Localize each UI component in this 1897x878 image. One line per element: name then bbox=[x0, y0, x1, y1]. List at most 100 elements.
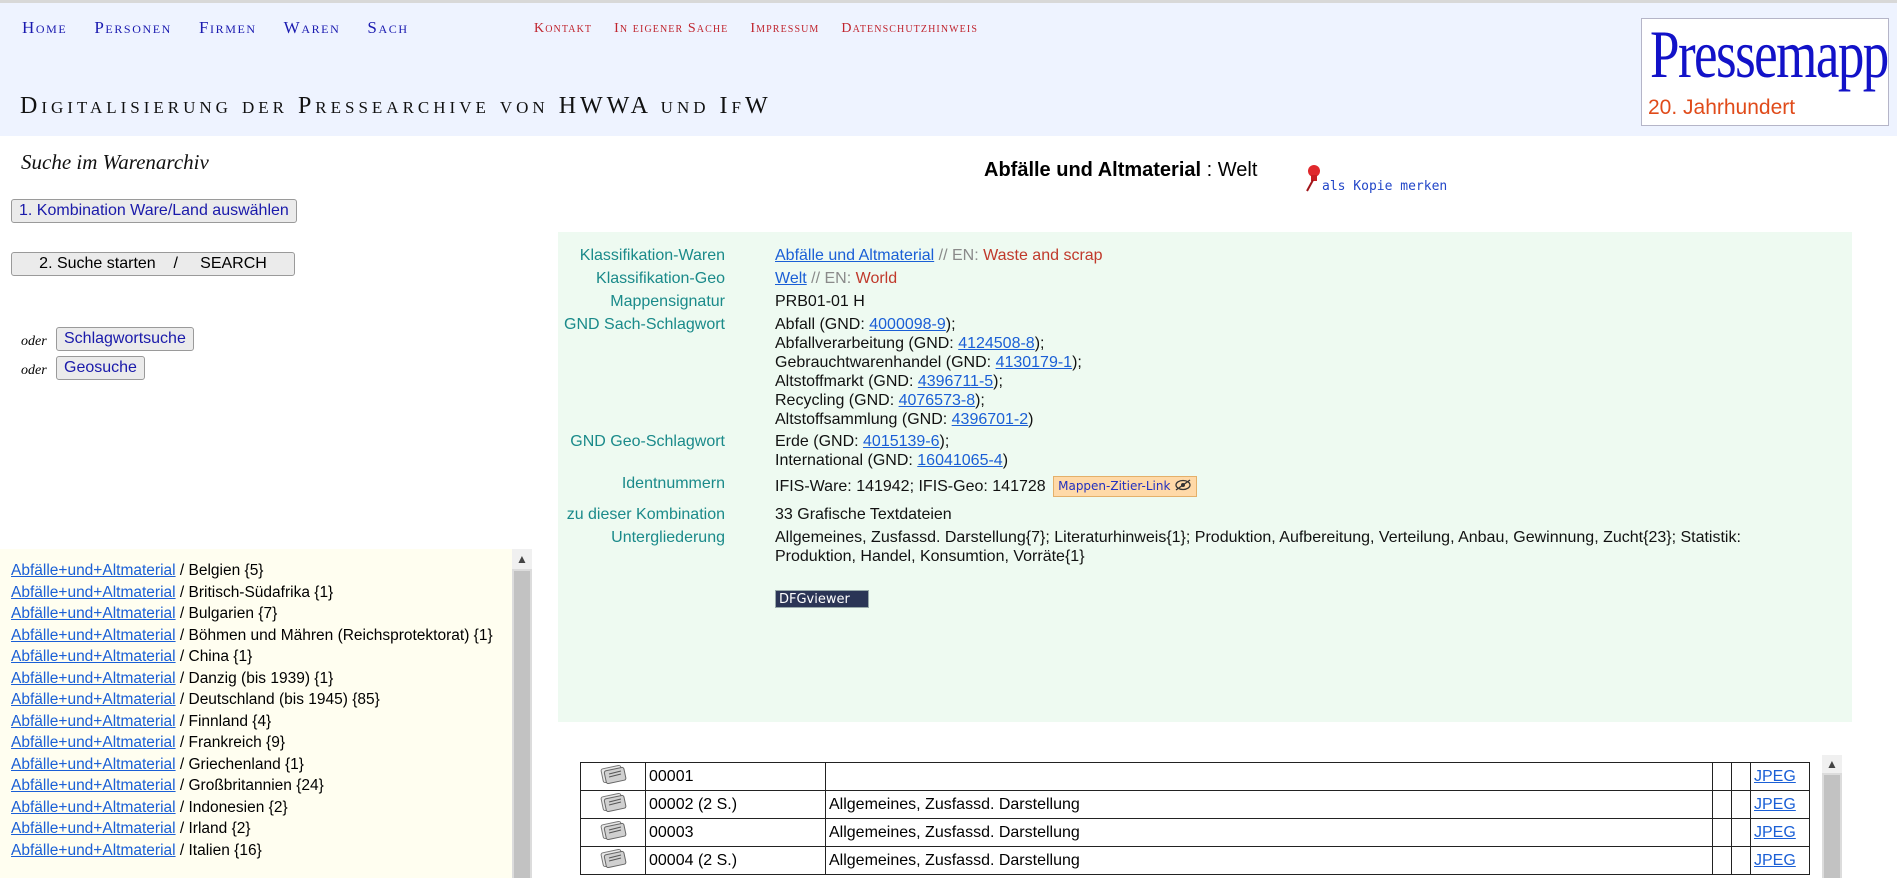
file-description: Allgemeines, Zusfassd. Darstellung bbox=[825, 846, 1713, 875]
scroll-up-arrow-icon[interactable]: ▲ bbox=[512, 549, 532, 569]
file-icon[interactable] bbox=[580, 818, 646, 847]
combination-link[interactable]: Abfälle+und+Altmaterial bbox=[11, 756, 176, 773]
subdivision-label: Untergliederung bbox=[611, 529, 725, 546]
combination-country: / Britisch-Südafrika {1} bbox=[175, 583, 334, 601]
file-id: 00004 (2 S.) bbox=[645, 846, 826, 875]
list-item: Abfälle+und+Altmaterial / Finnland {4} bbox=[11, 711, 509, 733]
main-nav: Home Personen Firmen Waren Sach bbox=[22, 18, 436, 38]
site-header: Home Personen Firmen Waren Sach Kontakt … bbox=[0, 3, 1897, 136]
combination-link[interactable]: Abfälle+und+Altmaterial bbox=[11, 648, 176, 665]
folder-info-box: Klassifikation-Waren Abfälle und Altmate… bbox=[558, 232, 1852, 722]
file-icon[interactable] bbox=[580, 846, 646, 875]
combination-link[interactable]: Abfälle+und+Altmaterial bbox=[11, 799, 176, 816]
combination-link[interactable]: Abfälle+und+Altmaterial bbox=[11, 691, 176, 708]
nav-home[interactable]: Home bbox=[22, 18, 67, 38]
geo-en: World bbox=[855, 270, 898, 287]
gnd-geo-label: GND Geo-Schlagwort bbox=[570, 433, 725, 450]
combination-link[interactable]: Abfälle+und+Altmaterial bbox=[11, 584, 176, 601]
gnd-sach-link[interactable]: 4130179-1 bbox=[996, 354, 1073, 371]
heading-ware: Abfälle und Altmaterial bbox=[984, 159, 1202, 181]
table-scrollbar[interactable]: ▲ bbox=[1822, 755, 1842, 878]
gnd-geo-link[interactable]: 4015139-6 bbox=[863, 433, 940, 450]
gnd-geo-link[interactable]: 16041065-4 bbox=[917, 452, 1002, 469]
gnd-sach-link[interactable]: 4000098-9 bbox=[869, 316, 946, 333]
scrollbar-thumb[interactable] bbox=[514, 571, 530, 878]
file-icon[interactable] bbox=[580, 790, 646, 819]
empty-cell bbox=[1712, 762, 1732, 791]
jpeg-link[interactable]: JPEG bbox=[1754, 824, 1796, 841]
table-row: 00004 (2 S.) Allgemeines, Zusfassd. Darst… bbox=[580, 846, 1810, 875]
copy-link[interactable]: als Kopie merken bbox=[1322, 179, 1447, 194]
en-prefix: // EN: bbox=[806, 270, 856, 287]
combination-link[interactable]: Abfälle+und+Altmaterial bbox=[11, 734, 176, 751]
combination-country: / Bulgarien {7} bbox=[175, 605, 278, 622]
geo-label: Klassifikation-Geo bbox=[596, 270, 725, 287]
combination-link[interactable]: Abfälle+und+Altmaterial bbox=[11, 562, 176, 579]
start-search-button[interactable]: 2. Suche starten / SEARCH bbox=[11, 252, 295, 276]
combination-link[interactable]: Abfälle+und+Altmaterial bbox=[11, 670, 176, 687]
page-heading: Abfälle und Altmaterial : Welt bbox=[984, 159, 1257, 182]
list-item: Abfälle+und+Altmaterial / Indonesien {2} bbox=[11, 797, 509, 819]
gnd-entry: Gebrauchtwarenhandel (GND: 4130179-1); bbox=[775, 354, 1082, 371]
combination-link[interactable]: Abfälle+und+Altmaterial bbox=[11, 820, 176, 837]
nav-firmen[interactable]: Firmen bbox=[199, 18, 257, 38]
gnd-sach-link[interactable]: 4124508-8 bbox=[958, 335, 1035, 352]
pushpin-icon[interactable] bbox=[1302, 163, 1324, 198]
geo-search-button[interactable]: Geosuche bbox=[56, 356, 145, 380]
gnd-sach-link[interactable]: 4396701-2 bbox=[952, 411, 1029, 428]
jpeg-link[interactable]: JPEG bbox=[1754, 852, 1796, 869]
site-title: Digitalisierung der Pressearchive von HW… bbox=[20, 93, 772, 119]
signature-label: Mappensignatur bbox=[610, 293, 725, 310]
list-item: Abfälle+und+Altmaterial / Irland {2} bbox=[11, 818, 509, 840]
combination-link[interactable]: Abfälle+und+Altmaterial bbox=[11, 777, 176, 794]
keyword-search-button[interactable]: Schlagwortsuche bbox=[56, 327, 194, 351]
gnd-sach-link[interactable]: 4396711-5 bbox=[918, 373, 993, 390]
nav-sach[interactable]: Sach bbox=[367, 18, 408, 38]
nav-waren[interactable]: Waren bbox=[284, 18, 341, 38]
oder-label: oder bbox=[21, 334, 47, 349]
gnd-geo-list: Erde (GND: 4015139-6); International (GND… bbox=[775, 432, 1815, 470]
file-description: Allgemeines, Zusfassd. Darstellung bbox=[825, 818, 1713, 847]
combination-country: / Finnland {4} bbox=[175, 712, 272, 730]
select-combination-button[interactable]: 1. Kombination Ware/Land auswählen bbox=[11, 199, 297, 223]
list-item: Abfälle+und+Altmaterial / China {1} bbox=[11, 646, 509, 668]
gnd-entry: Abfallverarbeitung (GND: 4124508-8); bbox=[775, 335, 1045, 352]
list-item: Abfälle+und+Altmaterial / Böhmen und Mäh… bbox=[11, 625, 509, 647]
ware-label: Klassifikation-Waren bbox=[579, 247, 725, 264]
gnd-sach-list: Abfall (GND: 4000098-9); Abfallverarbeitu… bbox=[775, 315, 1815, 429]
nav-impressum[interactable]: Impressum bbox=[750, 21, 819, 37]
combination-link[interactable]: Abfälle+und+Altmaterial bbox=[11, 713, 176, 730]
nav-kontakt[interactable]: Kontakt bbox=[534, 21, 592, 37]
en-prefix: // EN: bbox=[934, 247, 984, 264]
geo-link[interactable]: Welt bbox=[775, 270, 807, 287]
combination-link[interactable]: Abfälle+und+Altmaterial bbox=[11, 605, 176, 622]
nav-in-eigener-sache[interactable]: In eigener Sache bbox=[614, 21, 728, 37]
file-id: 00002 (2 S.) bbox=[645, 790, 826, 819]
combination-country: / Danzig (bis 1939) {1} bbox=[175, 669, 334, 687]
file-description: Allgemeines, Zusfassd. Darstellung bbox=[825, 790, 1713, 819]
empty-cell bbox=[1712, 818, 1732, 847]
combination-country: / Indonesien {2} bbox=[175, 798, 288, 816]
file-icon[interactable] bbox=[580, 762, 646, 791]
scroll-up-arrow-icon[interactable]: ▲ bbox=[1822, 755, 1842, 773]
scrollbar-thumb[interactable] bbox=[1824, 775, 1840, 878]
pressemappe-logo[interactable]: Pressemappe 20. Jahrhundert bbox=[1641, 18, 1889, 126]
combination-link[interactable]: Abfälle+und+Altmaterial bbox=[11, 842, 176, 859]
ware-link[interactable]: Abfälle und Altmaterial bbox=[775, 247, 934, 264]
gnd-sach-link[interactable]: 4076573-8 bbox=[899, 392, 976, 409]
jpeg-link[interactable]: JPEG bbox=[1754, 768, 1796, 785]
jpeg-link[interactable]: JPEG bbox=[1754, 796, 1796, 813]
list-scrollbar[interactable]: ▲ bbox=[512, 549, 532, 878]
cite-link-badge[interactable]: Mappen-Zitier-Link bbox=[1053, 476, 1198, 497]
gnd-entry: Abfall (GND: 4000098-9); bbox=[775, 316, 956, 333]
secondary-nav: Kontakt In eigener Sache Impressum Daten… bbox=[534, 21, 1000, 37]
table-row: 00002 (2 S.) Allgemeines, Zusfassd. Darst… bbox=[580, 790, 1810, 819]
logo-title: Pressemappe bbox=[1650, 18, 1889, 92]
nav-datenschutz[interactable]: Datenschutzhinweis bbox=[841, 21, 978, 37]
combination-country: / Irland {2} bbox=[175, 820, 251, 837]
nav-personen[interactable]: Personen bbox=[94, 18, 172, 38]
combination-country: / Großbritannien {24} bbox=[175, 777, 324, 794]
dfg-viewer-button[interactable]: DFGviewer bbox=[775, 590, 869, 608]
combination-link[interactable]: Abfälle+und+Altmaterial bbox=[11, 627, 176, 644]
jpeg-cell: JPEG bbox=[1750, 762, 1810, 791]
